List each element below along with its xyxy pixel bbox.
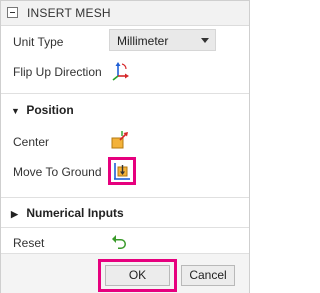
chevron-down-icon xyxy=(201,38,209,43)
numerical-inputs-label: Numerical Inputs xyxy=(26,206,124,220)
move-to-ground-label: Move To Ground xyxy=(13,165,102,179)
collapse-icon[interactable] xyxy=(7,7,18,18)
flip-up-direction-label: Flip Up Direction xyxy=(13,65,102,79)
center-icon[interactable] xyxy=(110,130,130,150)
move-to-ground-icon[interactable] xyxy=(112,161,132,181)
triangle-right-icon: ▶ xyxy=(11,209,18,219)
dialog-footer: OK Cancel xyxy=(1,253,249,293)
ok-button[interactable]: OK xyxy=(105,265,170,286)
position-section-header[interactable]: ▼ Position xyxy=(11,103,74,117)
reset-undo-icon[interactable] xyxy=(110,231,130,249)
cancel-button[interactable]: Cancel xyxy=(181,265,235,286)
insert-mesh-dialog: INSERT MESH Unit Type Millimeter Flip Up… xyxy=(0,0,250,293)
unit-type-select[interactable]: Millimeter xyxy=(109,29,216,51)
numerical-inputs-section-header[interactable]: ▶ Numerical Inputs xyxy=(11,206,124,220)
reset-label: Reset xyxy=(13,236,45,250)
dialog-title: INSERT MESH xyxy=(27,6,111,20)
unit-type-value: Millimeter xyxy=(117,34,169,48)
triangle-down-icon: ▼ xyxy=(11,106,20,116)
unit-type-label: Unit Type xyxy=(13,35,64,49)
divider xyxy=(1,93,249,94)
divider xyxy=(1,227,249,228)
center-label: Center xyxy=(13,135,50,149)
dialog-titlebar: INSERT MESH xyxy=(1,1,249,26)
flip-axes-icon[interactable] xyxy=(110,61,130,81)
divider xyxy=(1,197,249,198)
position-header-label: Position xyxy=(26,103,74,117)
